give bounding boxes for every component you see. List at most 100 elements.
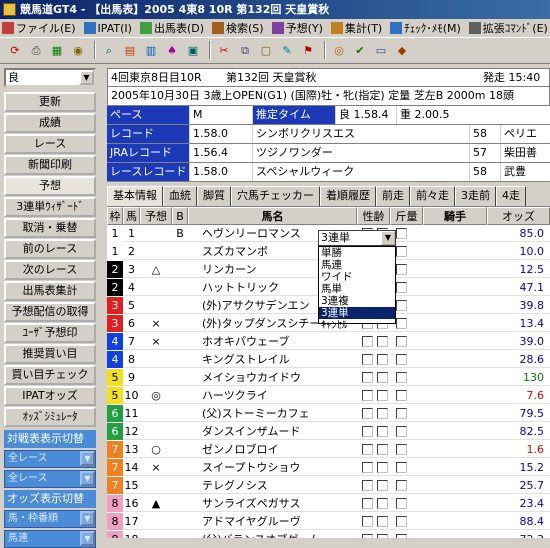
nav-button[interactable]: 新聞印刷	[4, 155, 96, 175]
checkbox[interactable]	[362, 372, 373, 383]
prediction-mark[interactable]: ×	[140, 459, 172, 476]
column-header[interactable]: 馬名	[188, 207, 357, 225]
checkbox[interactable]	[362, 498, 373, 509]
checkbox[interactable]	[377, 354, 388, 365]
column-header[interactable]: 騎手	[423, 207, 487, 225]
checkbox[interactable]	[377, 480, 388, 491]
search-icon[interactable]: ⌕	[100, 41, 118, 59]
check-icon[interactable]: ✔	[351, 41, 369, 59]
checkbox[interactable]	[396, 498, 407, 509]
prediction-mark[interactable]	[140, 351, 172, 368]
table-row[interactable]: 4 8 キングストレイル 28.6	[107, 351, 550, 368]
bet-type-option[interactable]: 3連単	[319, 307, 395, 319]
chevron-down-icon[interactable]: ▼	[79, 70, 94, 85]
bet-type-option[interactable]: ワイド	[319, 271, 395, 283]
horse-name[interactable]: ダンスインザムード	[188, 423, 357, 440]
camera-icon[interactable]: ◉	[69, 41, 87, 59]
checkbox[interactable]	[396, 354, 407, 365]
flag-icon[interactable]: ⚑	[299, 41, 317, 59]
prediction-mark[interactable]	[140, 423, 172, 440]
table-row[interactable]: 818 (父)バランスオブゲーム 72.3	[107, 531, 550, 538]
table-row[interactable]: 4 7 × ホオキパウェーブ 39.0	[107, 333, 550, 350]
checkbox[interactable]	[377, 534, 388, 538]
bet-type-dropdown[interactable]: 3連単 ▼	[318, 230, 396, 246]
horse-name[interactable]: メイショウカイドウ	[188, 369, 357, 386]
table-row[interactable]: 8 17 アドマイヤグルーヴ 88.4	[107, 513, 550, 530]
nav-button[interactable]: 次のレース	[4, 260, 96, 280]
scissors-icon[interactable]: ✂	[215, 41, 233, 59]
checkbox[interactable]	[362, 390, 373, 401]
checkbox[interactable]	[377, 408, 388, 419]
prediction-mark[interactable]	[140, 369, 172, 386]
menu-item[interactable]: IPAT(I)	[82, 19, 138, 37]
prediction-mark[interactable]	[140, 243, 172, 260]
prediction-mark[interactable]: ○	[140, 441, 172, 458]
checkbox[interactable]	[396, 534, 407, 538]
prediction-mark[interactable]	[140, 513, 172, 530]
memo-icon[interactable]: ✎	[278, 41, 296, 59]
nav-button[interactable]: 成績	[4, 113, 96, 133]
checkbox[interactable]	[362, 462, 373, 473]
horse-name[interactable]: ハーツクライ	[188, 387, 357, 404]
table-row[interactable]: 7 15 テレグノシス 25.7	[107, 477, 550, 494]
checkbox[interactable]	[362, 480, 373, 491]
checkbox[interactable]	[362, 534, 373, 538]
checkbox[interactable]	[396, 462, 407, 473]
table-row[interactable]: 5 10 ◎ ハーツクライ 7.6	[107, 387, 550, 404]
track-condition-select[interactable]: 良 ▼	[4, 68, 96, 87]
paste-icon[interactable]: ▢	[257, 41, 275, 59]
checkbox[interactable]	[377, 462, 388, 473]
nav-button[interactable]: レース	[4, 134, 96, 154]
bet-type-option[interactable]: 馬連	[319, 259, 395, 271]
checkbox[interactable]	[377, 336, 388, 347]
checkbox[interactable]	[396, 372, 407, 383]
tag-icon[interactable]: ◆	[393, 41, 411, 59]
nav-button[interactable]: 前のレース	[4, 239, 96, 259]
column-header[interactable]: B	[172, 207, 188, 225]
odds-order-select[interactable]: 馬・枠番順 ▼	[4, 510, 96, 528]
nav-button[interactable]: 3連単ｳｨｻﾞｰﾄﾞ	[4, 197, 96, 217]
horse-name[interactable]: テレグノシス	[188, 477, 357, 494]
prediction-mark[interactable]: ◎	[140, 387, 172, 404]
taisen-select-2[interactable]: 全レース ▼	[4, 470, 96, 488]
checkbox[interactable]	[396, 426, 407, 437]
nav-button[interactable]: 予想配信の取得	[4, 302, 96, 322]
horse-name[interactable]: (父)バランスオブゲーム	[188, 531, 357, 538]
checkbox[interactable]	[396, 282, 407, 293]
prediction-mark[interactable]: ×	[140, 315, 172, 332]
nav-button[interactable]: IPATオッズ	[4, 386, 96, 406]
bet-type-option[interactable]: 3連複	[319, 295, 395, 307]
table-row[interactable]: 6 12 ダンスインザムード 82.5	[107, 423, 550, 440]
nav-button[interactable]: 出馬表集計	[4, 281, 96, 301]
prediction-mark[interactable]	[140, 405, 172, 422]
bet-type-option[interactable]: 単勝	[319, 247, 395, 259]
prediction-mark[interactable]	[140, 279, 172, 296]
horse-name[interactable]: ゼンノロブロイ	[188, 441, 357, 458]
prediction-mark[interactable]	[140, 531, 172, 538]
menu-item[interactable]: ファイル(E)	[0, 19, 82, 37]
table-row[interactable]: 7 14 × スイープトウショウ 15.2	[107, 459, 550, 476]
prediction-mark[interactable]: △	[140, 261, 172, 278]
chevron-down-icon[interactable]: ▼	[381, 231, 395, 245]
checkbox[interactable]	[362, 426, 373, 437]
target-icon[interactable]: ◎	[330, 41, 348, 59]
checkbox[interactable]	[362, 516, 373, 527]
checkbox[interactable]	[396, 300, 407, 311]
column-header[interactable]: 性齢	[357, 207, 390, 225]
bet-type-option[interactable]: 馬単	[319, 283, 395, 295]
table-row[interactable]: 6 11 (父)ストーミーカフェ 79.5	[107, 405, 550, 422]
checkbox[interactable]	[396, 228, 407, 239]
column-header[interactable]: 予想	[140, 207, 172, 225]
checkbox[interactable]	[396, 318, 407, 329]
table-row[interactable]: 8 16 ▲ サンライズペガサス 23.4	[107, 495, 550, 512]
menu-item[interactable]: 予想(Y)	[270, 19, 329, 37]
chevron-down-icon[interactable]: ▼	[80, 511, 95, 526]
nav-button[interactable]: 更新	[4, 92, 96, 112]
column-header[interactable]: 斤量	[390, 207, 423, 225]
horse-name[interactable]: (父)ストーミーカフェ	[188, 405, 357, 422]
checkbox[interactable]	[377, 372, 388, 383]
chevron-down-icon[interactable]: ▼	[80, 451, 95, 466]
refresh-icon[interactable]: ⟳	[6, 41, 24, 59]
column-header[interactable]: 枠	[107, 207, 123, 225]
checkbox[interactable]	[377, 444, 388, 455]
